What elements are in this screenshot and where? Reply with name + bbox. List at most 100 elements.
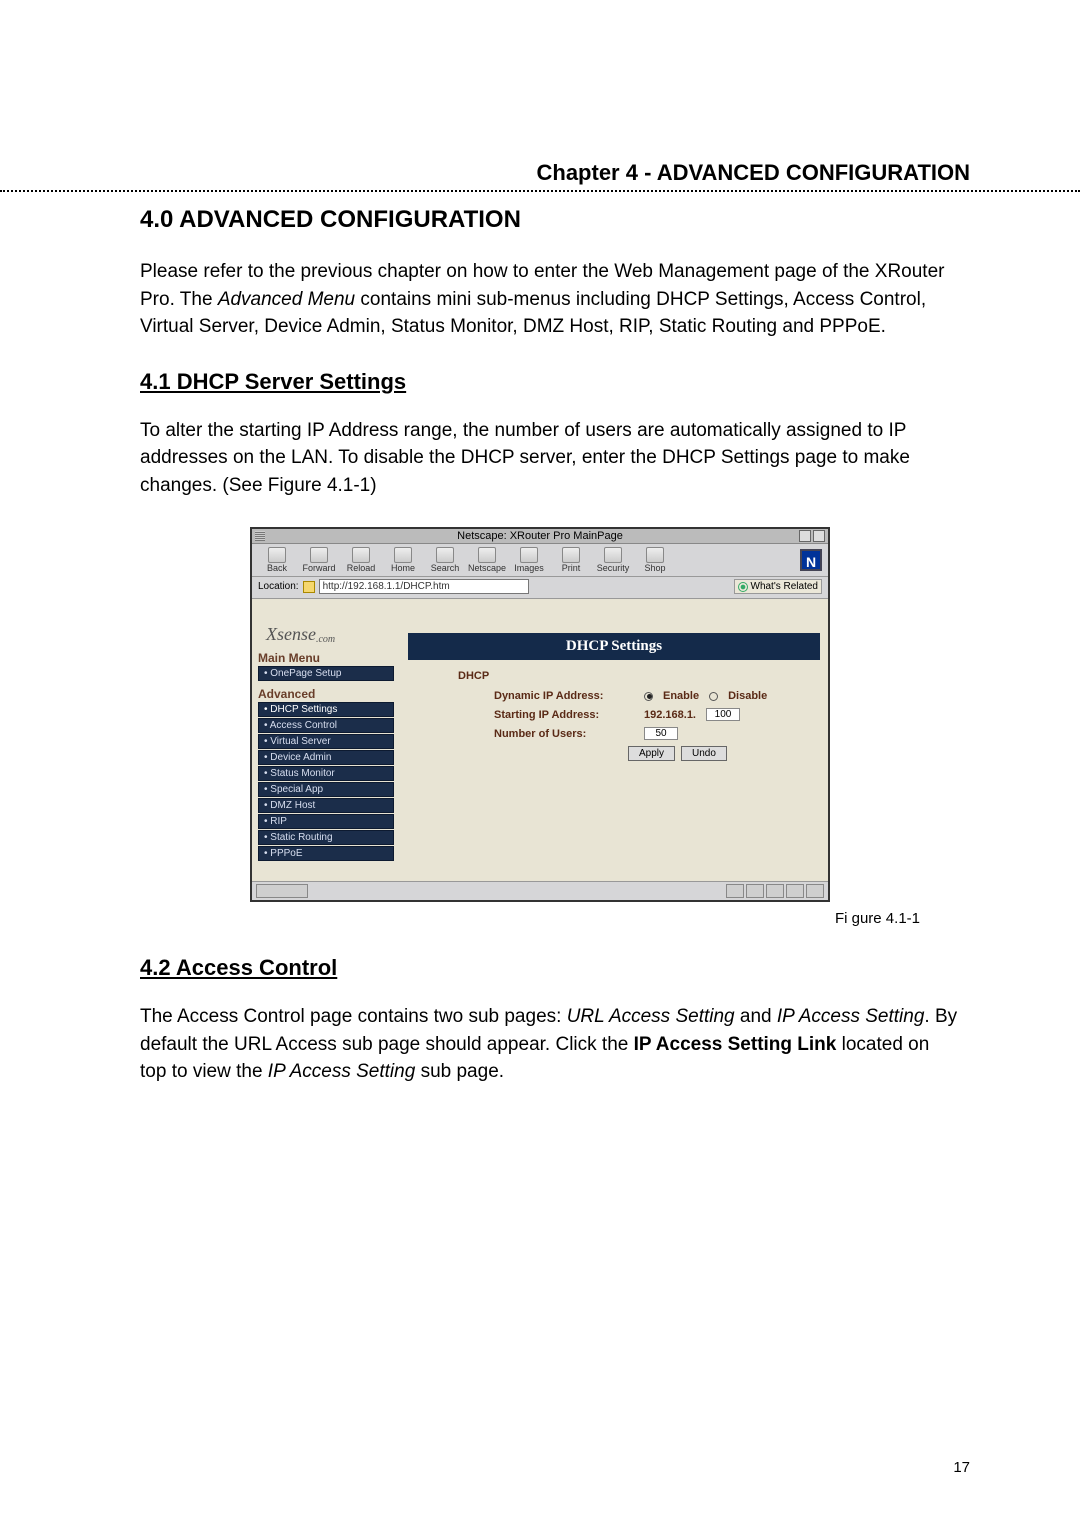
search-label: Search	[431, 563, 460, 573]
sidebar-item-rip[interactable]: RIP	[258, 814, 394, 829]
sidebar-item-label: Device Admin	[264, 752, 331, 763]
sidebar-item-label: Access Control	[264, 720, 337, 731]
sidebar-item-device[interactable]: Device Admin	[258, 750, 394, 765]
netscape-icon	[478, 547, 496, 563]
related-icon	[738, 582, 748, 592]
forward-label: Forward	[302, 563, 335, 573]
location-label: Location:	[258, 581, 299, 592]
whats-related-button[interactable]: What's Related	[734, 579, 823, 594]
bookmark-icon[interactable]	[303, 581, 315, 593]
row-dynamic-ip: Dynamic IP Address: Enable Disable	[458, 690, 812, 702]
security-label: Security	[597, 563, 630, 573]
brand-logo: Xsense.com	[258, 605, 394, 645]
images-label: Images	[514, 563, 544, 573]
images-button[interactable]: Images	[510, 547, 548, 573]
p42-italic3: IP Access Setting	[268, 1061, 416, 1082]
sidebar-item-label: Static Routing	[264, 832, 333, 843]
shop-label: Shop	[645, 563, 666, 573]
shop-button[interactable]: Shop	[636, 547, 674, 573]
figure-4-1-1: Netscape: XRouter Pro MainPage Back Forw…	[100, 527, 980, 902]
figure-caption: Fi gure 4.1-1	[100, 910, 920, 927]
forward-button[interactable]: Forward	[300, 547, 338, 573]
p42-a: The Access Control page contains two sub…	[140, 1006, 567, 1027]
sidebar-item-label: PPPoE	[264, 848, 303, 859]
sidebar-item-label: DMZ Host	[264, 800, 315, 811]
status-icon	[746, 884, 764, 898]
num-users-input[interactable]	[644, 727, 678, 740]
logo-text: Xsense	[266, 624, 316, 645]
row-starting-ip: Starting IP Address: 192.168.1.	[458, 708, 812, 721]
forward-icon	[310, 547, 328, 563]
sidebar-item-special[interactable]: Special App	[258, 782, 394, 797]
page-number: 17	[953, 1459, 970, 1476]
images-icon	[520, 547, 538, 563]
undo-button[interactable]: Undo	[681, 746, 727, 761]
home-label: Home	[391, 563, 415, 573]
section-4-2-heading: 4.2 Access Control	[140, 955, 980, 981]
netscape-label: Netscape	[468, 563, 506, 573]
window-titlebar: Netscape: XRouter Pro MainPage	[252, 529, 828, 544]
section-4-1-paragraph: To alter the starting IP Address range, …	[140, 417, 960, 500]
status-icon	[786, 884, 804, 898]
url-input[interactable]: http://192.168.1.1/DHCP.htm	[319, 579, 529, 594]
security-button[interactable]: Security	[594, 547, 632, 573]
main-heading: 4.0 ADVANCED CONFIGURATION	[140, 206, 980, 234]
sidebar-item-access[interactable]: Access Control	[258, 718, 394, 733]
back-button[interactable]: Back	[258, 547, 296, 573]
browser-toolbar: Back Forward Reload Home Search Netscape…	[252, 544, 828, 577]
advanced-heading: Advanced	[258, 687, 394, 701]
print-label: Print	[562, 563, 581, 573]
reload-button[interactable]: Reload	[342, 547, 380, 573]
p42-italic1: URL Access Setting	[567, 1006, 735, 1027]
shop-icon	[646, 547, 664, 563]
sidebar-item-static[interactable]: Static Routing	[258, 830, 394, 845]
reload-icon	[352, 547, 370, 563]
sidebar-item-status[interactable]: Status Monitor	[258, 766, 394, 781]
dynamic-ip-label: Dynamic IP Address:	[494, 690, 634, 702]
sidebar-item-virtual[interactable]: Virtual Server	[258, 734, 394, 749]
section-4-1-heading: 4.1 DHCP Server Settings	[140, 369, 980, 395]
back-label: Back	[267, 563, 287, 573]
p42-b: and	[735, 1006, 777, 1027]
reload-label: Reload	[347, 563, 376, 573]
location-bar: Location: http://192.168.1.1/DHCP.htm Wh…	[252, 577, 828, 599]
intro-paragraph: Please refer to the previous chapter on …	[140, 258, 960, 341]
status-icon	[806, 884, 824, 898]
netscape-button[interactable]: Netscape	[468, 547, 506, 573]
search-icon	[436, 547, 454, 563]
disable-radio[interactable]	[709, 692, 718, 701]
chapter-header: Chapter 4 - ADVANCED CONFIGURATION	[100, 160, 980, 186]
search-button[interactable]: Search	[426, 547, 464, 573]
sidebar-item-label: OnePage Setup	[264, 668, 341, 679]
num-users-label: Number of Users:	[494, 728, 634, 740]
panel-title: DHCP Settings	[408, 633, 820, 660]
window-minimize-icon[interactable]	[799, 530, 811, 542]
logo-sub: .com	[316, 634, 335, 645]
p42-italic2: IP Access Setting	[777, 1006, 925, 1027]
sidebar-item-label: Virtual Server	[264, 736, 331, 747]
sidebar-item-label: DHCP Settings	[264, 704, 337, 715]
back-icon	[268, 547, 286, 563]
sidebar-item-label: Status Monitor	[264, 768, 335, 779]
apply-button[interactable]: Apply	[628, 746, 675, 761]
sidebar-item-dhcp[interactable]: DHCP Settings	[258, 702, 394, 717]
netscape-logo-icon: N	[800, 549, 822, 571]
status-progress-icon	[256, 884, 308, 898]
form-heading: DHCP	[458, 670, 812, 682]
window-close-icon[interactable]	[813, 530, 825, 542]
section-4-2-paragraph: The Access Control page contains two sub…	[140, 1003, 960, 1086]
security-icon	[604, 547, 622, 563]
starting-ip-prefix: 192.168.1.	[644, 709, 696, 721]
main-panel: DHCP Settings DHCP Dynamic IP Address: E…	[400, 599, 828, 881]
status-bar	[252, 881, 828, 900]
home-button[interactable]: Home	[384, 547, 422, 573]
p42-bold: IP Access Setting Link	[634, 1034, 837, 1055]
main-menu-heading: Main Menu	[258, 651, 394, 665]
print-button[interactable]: Print	[552, 547, 590, 573]
enable-radio[interactable]	[644, 692, 653, 701]
sidebar-item-dmz[interactable]: DMZ Host	[258, 798, 394, 813]
sidebar-item-label: RIP	[264, 816, 287, 827]
sidebar-item-pppoe[interactable]: PPPoE	[258, 846, 394, 861]
starting-ip-input[interactable]	[706, 708, 740, 721]
sidebar-item-onepage[interactable]: OnePage Setup	[258, 666, 394, 681]
